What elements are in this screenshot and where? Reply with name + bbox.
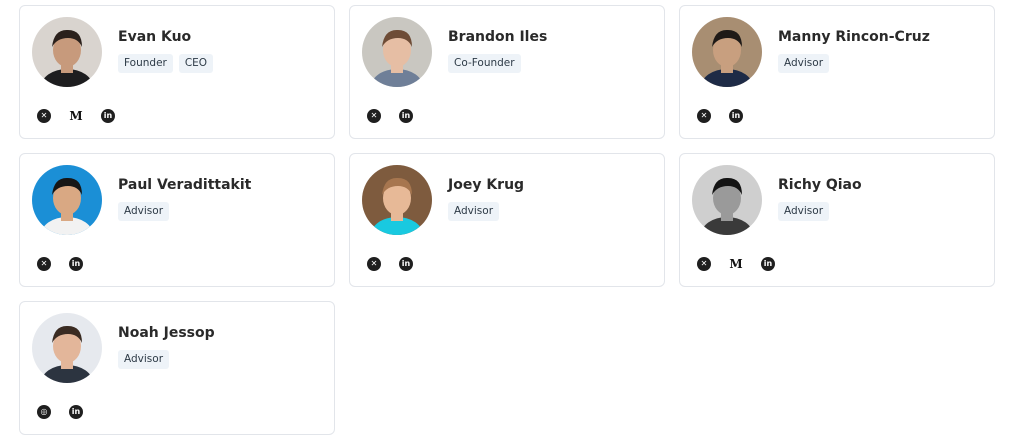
member-name: Evan Kuo — [118, 29, 192, 45]
avatar — [32, 313, 102, 383]
linkedin-icon[interactable]: in — [729, 109, 743, 123]
role-badges: Founder CEO — [118, 54, 214, 73]
role-badge: Co-Founder — [448, 54, 521, 73]
avatar — [692, 17, 762, 87]
social-links: ✕ Min — [37, 109, 115, 123]
team-card: Evan Kuo Founder CEO ✕ Min — [19, 5, 335, 139]
social-links: ✕ in — [367, 109, 413, 123]
member-name: Richy Qiao — [778, 177, 862, 193]
x-icon[interactable]: ✕ — [697, 109, 711, 123]
linkedin-icon[interactable]: in — [399, 109, 413, 123]
social-links: ✕ Min — [697, 257, 775, 271]
role-badges: Advisor — [118, 350, 170, 369]
role-badge: Advisor — [118, 350, 170, 369]
medium-icon[interactable]: M — [69, 109, 83, 123]
role-badge: Advisor — [448, 202, 500, 221]
role-badges: Advisor — [778, 54, 830, 73]
avatar — [32, 17, 102, 87]
member-name: Brandon Iles — [448, 29, 548, 45]
social-links: ◎ in — [37, 405, 83, 419]
avatar — [362, 17, 432, 87]
member-name: Paul Veradittakit — [118, 177, 252, 193]
role-badges: Co-Founder — [448, 54, 521, 73]
role-badge: CEO — [178, 54, 214, 73]
team-card: Manny Rincon-Cruz Advisor ✕ in — [679, 5, 995, 139]
linkedin-icon[interactable]: in — [101, 109, 115, 123]
role-badge: Advisor — [778, 54, 830, 73]
social-links: ✕ in — [367, 257, 413, 271]
member-name: Noah Jessop — [118, 325, 215, 341]
social-links: ✕ in — [37, 257, 83, 271]
team-card: Brandon Iles Co-Founder ✕ in — [349, 5, 665, 139]
role-badge: Advisor — [778, 202, 830, 221]
team-card: Richy Qiao Advisor ✕ Min — [679, 153, 995, 287]
role-badges: Advisor — [118, 202, 170, 221]
x-icon[interactable]: ✕ — [367, 109, 381, 123]
linkedin-icon[interactable]: in — [761, 257, 775, 271]
avatar — [32, 165, 102, 235]
avatar — [692, 165, 762, 235]
x-icon[interactable]: ✕ — [37, 257, 51, 271]
role-badges: Advisor — [448, 202, 500, 221]
x-icon[interactable]: ✕ — [37, 109, 51, 123]
linkedin-icon[interactable]: in — [69, 405, 83, 419]
team-grid: Evan Kuo Founder CEO ✕ Min Brandon Iles Co… — [0, 0, 1024, 440]
role-badges: Advisor — [778, 202, 830, 221]
linkedin-icon[interactable]: in — [69, 257, 83, 271]
team-card: Joey Krug Advisor ✕ in — [349, 153, 665, 287]
team-card: Noah Jessop Advisor ◎ in — [19, 301, 335, 435]
member-name: Joey Krug — [448, 177, 525, 193]
team-card: Paul Veradittakit Advisor ✕ in — [19, 153, 335, 287]
role-badge: Advisor — [118, 202, 170, 221]
avatar — [362, 165, 432, 235]
linkedin-icon[interactable]: in — [399, 257, 413, 271]
x-icon[interactable]: ✕ — [697, 257, 711, 271]
x-icon[interactable]: ✕ — [367, 257, 381, 271]
social-links: ✕ in — [697, 109, 743, 123]
globe-icon[interactable]: ◎ — [37, 405, 51, 419]
role-badge: Founder — [118, 54, 173, 73]
medium-icon[interactable]: M — [729, 257, 743, 271]
member-name: Manny Rincon-Cruz — [778, 29, 930, 45]
